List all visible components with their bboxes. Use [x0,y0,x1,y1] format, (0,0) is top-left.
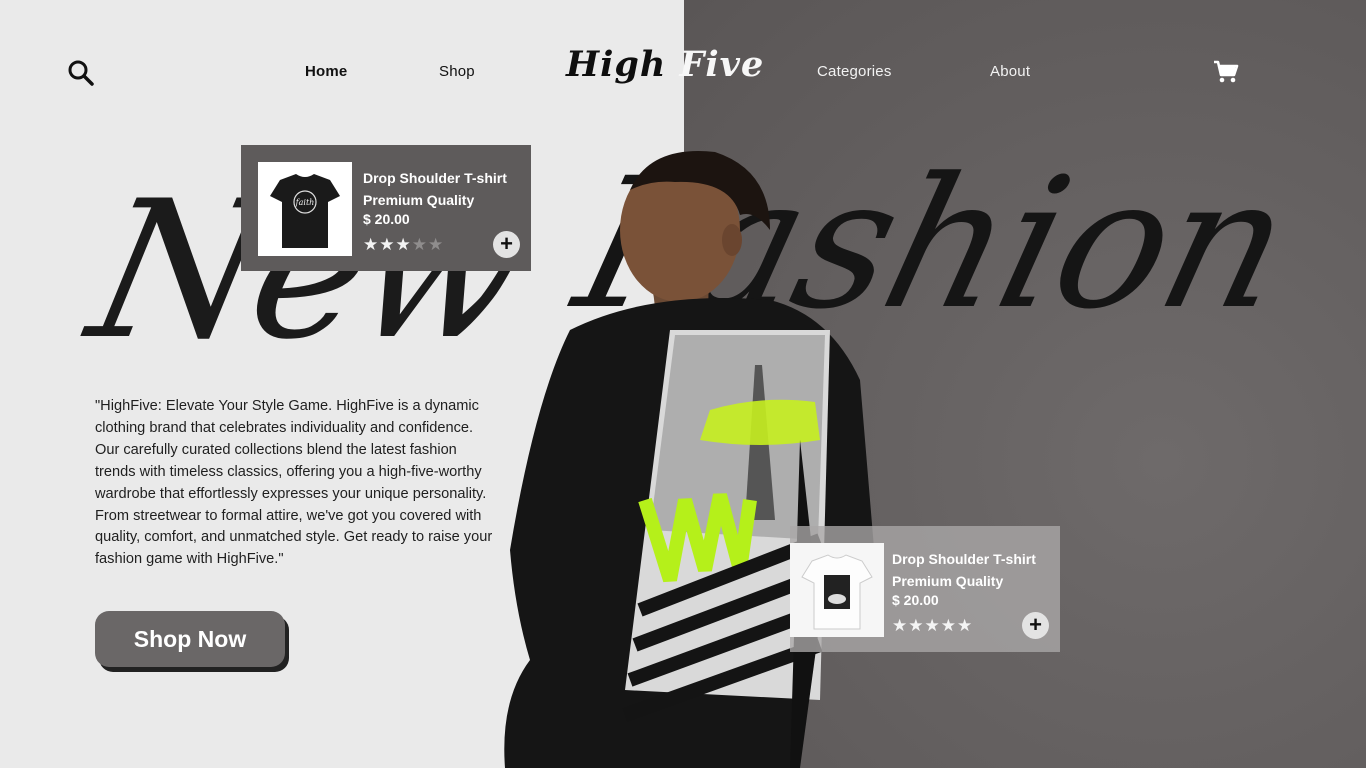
star-filled-icon: ★ [395,235,412,254]
star-empty-icon: ★ [428,235,445,254]
brand-description: "HighFive: Elevate Your Style Game. High… [95,398,493,568]
nav-about[interactable]: About [990,63,1030,80]
star-filled-icon: ★ [363,235,380,254]
star-empty-icon: ★ [411,235,428,254]
product-name: Drop Shoulder T-shirt Premium Quality [363,170,507,208]
logo-word-high: High [566,44,667,85]
cart-icon[interactable] [1212,58,1240,86]
nav-categories[interactable]: Categories [817,63,892,80]
svg-text:faith: faith [295,198,315,207]
product-card-1[interactable]: faith Drop Shoulder T-shirt Premium Qual… [241,145,531,271]
rating-stars: ★★★★★ [892,616,973,636]
add-to-cart-button[interactable]: + [493,231,520,258]
shop-now-button[interactable]: Shop Now [95,611,285,667]
brand-logo[interactable]: High Five [566,44,764,85]
product-name: Drop Shoulder T-shirt Premium Quality [892,551,1036,589]
product-thumbnail [790,543,884,637]
star-filled-icon: ★ [957,616,974,635]
add-to-cart-button[interactable]: + [1022,612,1049,639]
product-price: $ 20.00 [892,592,939,608]
product-thumbnail: faith [258,162,352,256]
product-card-2[interactable]: Drop Shoulder T-shirt Premium Quality $ … [790,526,1060,652]
star-filled-icon: ★ [379,235,396,254]
search-icon[interactable] [66,58,96,88]
nav-shop[interactable]: Shop [439,63,475,80]
logo-word-five: Five [679,44,765,85]
product-price: $ 20.00 [363,211,410,227]
star-filled-icon: ★ [924,616,941,635]
star-filled-icon: ★ [908,616,925,635]
rating-stars: ★★★★★ [363,235,444,255]
nav-home[interactable]: Home [305,63,347,80]
star-filled-icon: ★ [940,616,957,635]
star-filled-icon: ★ [892,616,909,635]
model-photo [504,151,875,768]
